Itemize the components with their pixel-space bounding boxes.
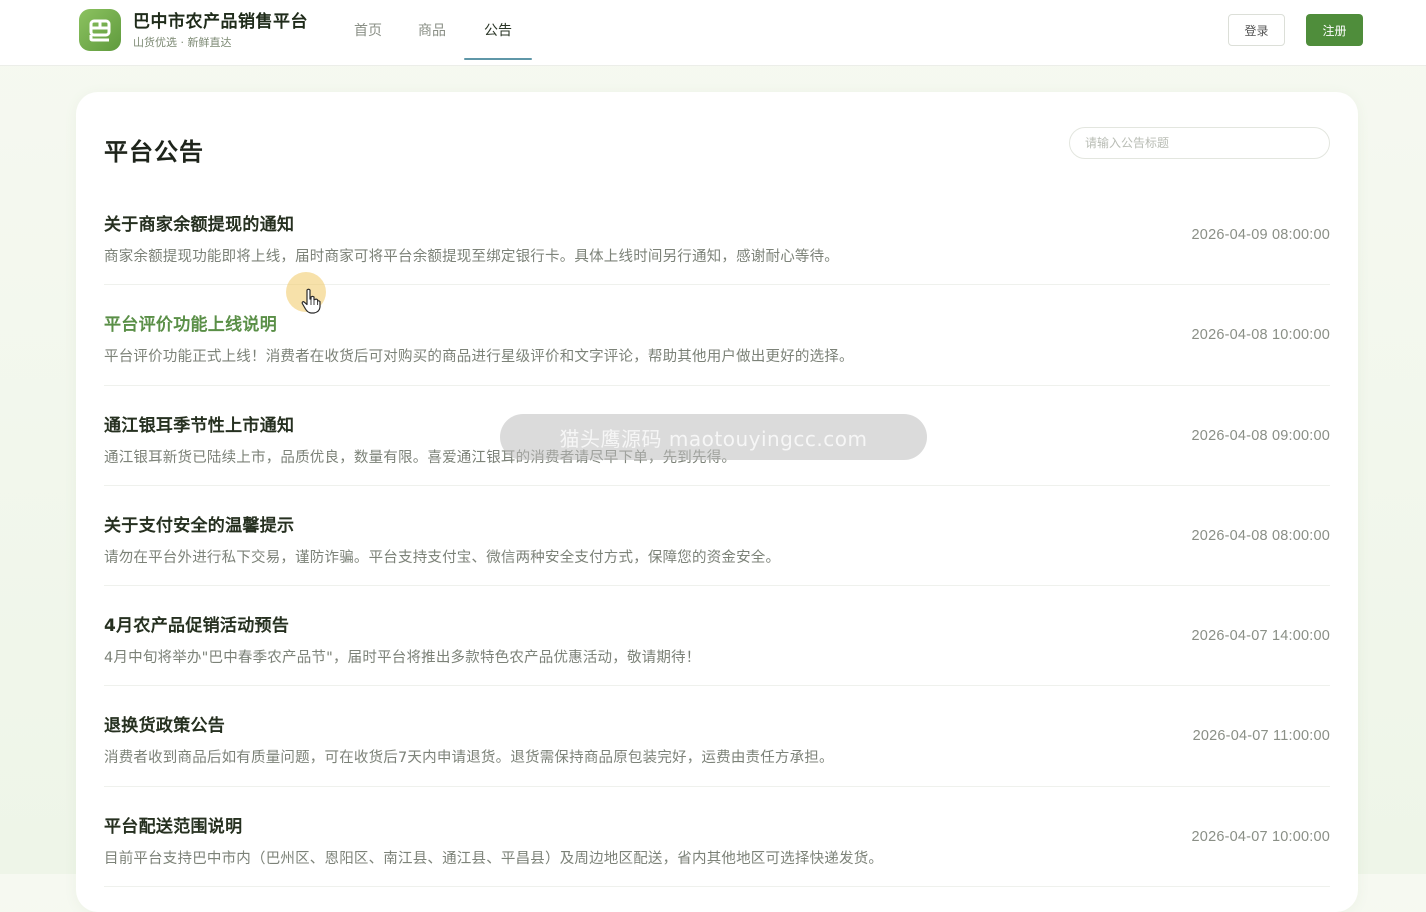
announcement-summary: 请勿在平台外进行私下交易，谨防诈骗。平台支持支付宝、微信两种安全支付方式，保障您… (104, 549, 781, 566)
announcement-item[interactable]: 平台配送范围说明 目前平台支持巴中市内（巴州区、恩阳区、南江县、通江县、平昌县）… (104, 787, 1330, 888)
announcement-title[interactable]: 关于商家余额提现的通知 (104, 210, 294, 235)
announcement-summary: 消费者收到商品后如有质量问题，可在收货后7天内申请退货。退货需保持商品原包装完好… (104, 750, 834, 767)
brand-subtitle: 山货优选 · 新鲜直达 (133, 35, 232, 49)
login-button[interactable]: 登录 (1228, 14, 1285, 46)
app-logo-icon (79, 9, 121, 51)
announcement-search-input[interactable] (1069, 127, 1330, 159)
announcement-summary: 4月中旬将举办"巴中春季农产品节"，届时平台将推出多款特色农产品优惠活动，敬请期… (104, 650, 701, 667)
announcement-item[interactable]: 关于商家余额提现的通知 商家余额提现功能即将上线，届时商家可将平台余额提现至绑定… (104, 185, 1330, 286)
announcements-card: 平台公告 关于商家余额提现的通知 商家余额提现功能即将上线，届时商家可将平台余额… (76, 92, 1358, 912)
announcement-title[interactable]: 平台评价功能上线说明 (104, 310, 277, 335)
nav-announcements[interactable]: 公告 (464, 0, 532, 60)
announcement-item[interactable]: 4月农产品促销活动预告 4月中旬将举办"巴中春季农产品节"，届时平台将推出多款特… (104, 586, 1330, 687)
announcement-time: 2026-04-08 10:00:00 (1191, 327, 1330, 344)
page-title: 平台公告 (104, 138, 204, 166)
announcement-time: 2026-04-07 11:00:00 (1192, 728, 1330, 745)
brand-title: 巴中市农产品销售平台 (133, 11, 308, 32)
announcement-title[interactable]: 平台配送范围说明 (104, 812, 242, 837)
announcement-time: 2026-04-07 10:00:00 (1191, 828, 1330, 845)
announcement-time: 2026-04-08 08:00:00 (1191, 527, 1330, 544)
watermark-overlay: 猫头鹰源码 maotouyingcc.com (500, 414, 927, 460)
hand-pointer-icon (301, 288, 321, 314)
nav-products[interactable]: 商品 (400, 0, 464, 60)
nav-home[interactable]: 首页 (336, 0, 400, 60)
announcement-title[interactable]: 退换货政策公告 (104, 711, 225, 736)
announcement-item[interactable]: 退换货政策公告 消费者收到商品后如有质量问题，可在收货后7天内申请退货。退货需保… (104, 686, 1330, 787)
announcement-summary: 商家余额提现功能即将上线，届时商家可将平台余额提现至绑定银行卡。具体上线时间另行… (104, 249, 839, 265)
main-nav: 首页 商品 公告 (336, 0, 532, 66)
register-button[interactable]: 注册 (1306, 14, 1363, 46)
top-navigation-bar: 巴中市农产品销售平台 山货优选 · 新鲜直达 首页 商品 公告 登录 注册 (0, 0, 1426, 66)
brand-text: 巴中市农产品销售平台 山货优选 · 新鲜直达 (133, 10, 308, 51)
announcement-summary: 目前平台支持巴中市内（巴州区、恩阳区、南江县、通江县、平昌县）及周边地区配送，省… (104, 850, 884, 867)
announcement-title[interactable]: 通江银耳季节性上市通知 (104, 411, 294, 436)
announcement-time: 2026-04-09 08:00:00 (1191, 227, 1330, 243)
announcement-time: 2026-04-07 14:00:00 (1191, 628, 1330, 645)
announcement-summary: 平台评价功能正式上线！消费者在收货后可对购买的商品进行星级评价和文字评论，帮助其… (104, 349, 854, 366)
announcement-time: 2026-04-08 09:00:00 (1191, 427, 1330, 444)
announcement-title[interactable]: 4月农产品促销活动预告 (104, 611, 289, 636)
announcement-title[interactable]: 关于支付安全的温馨提示 (104, 511, 294, 536)
brand[interactable]: 巴中市农产品销售平台 山货优选 · 新鲜直达 (79, 9, 308, 51)
announcement-item[interactable]: 关于支付安全的温馨提示 请勿在平台外进行私下交易，谨防诈骗。平台支持支付宝、微信… (104, 486, 1330, 587)
